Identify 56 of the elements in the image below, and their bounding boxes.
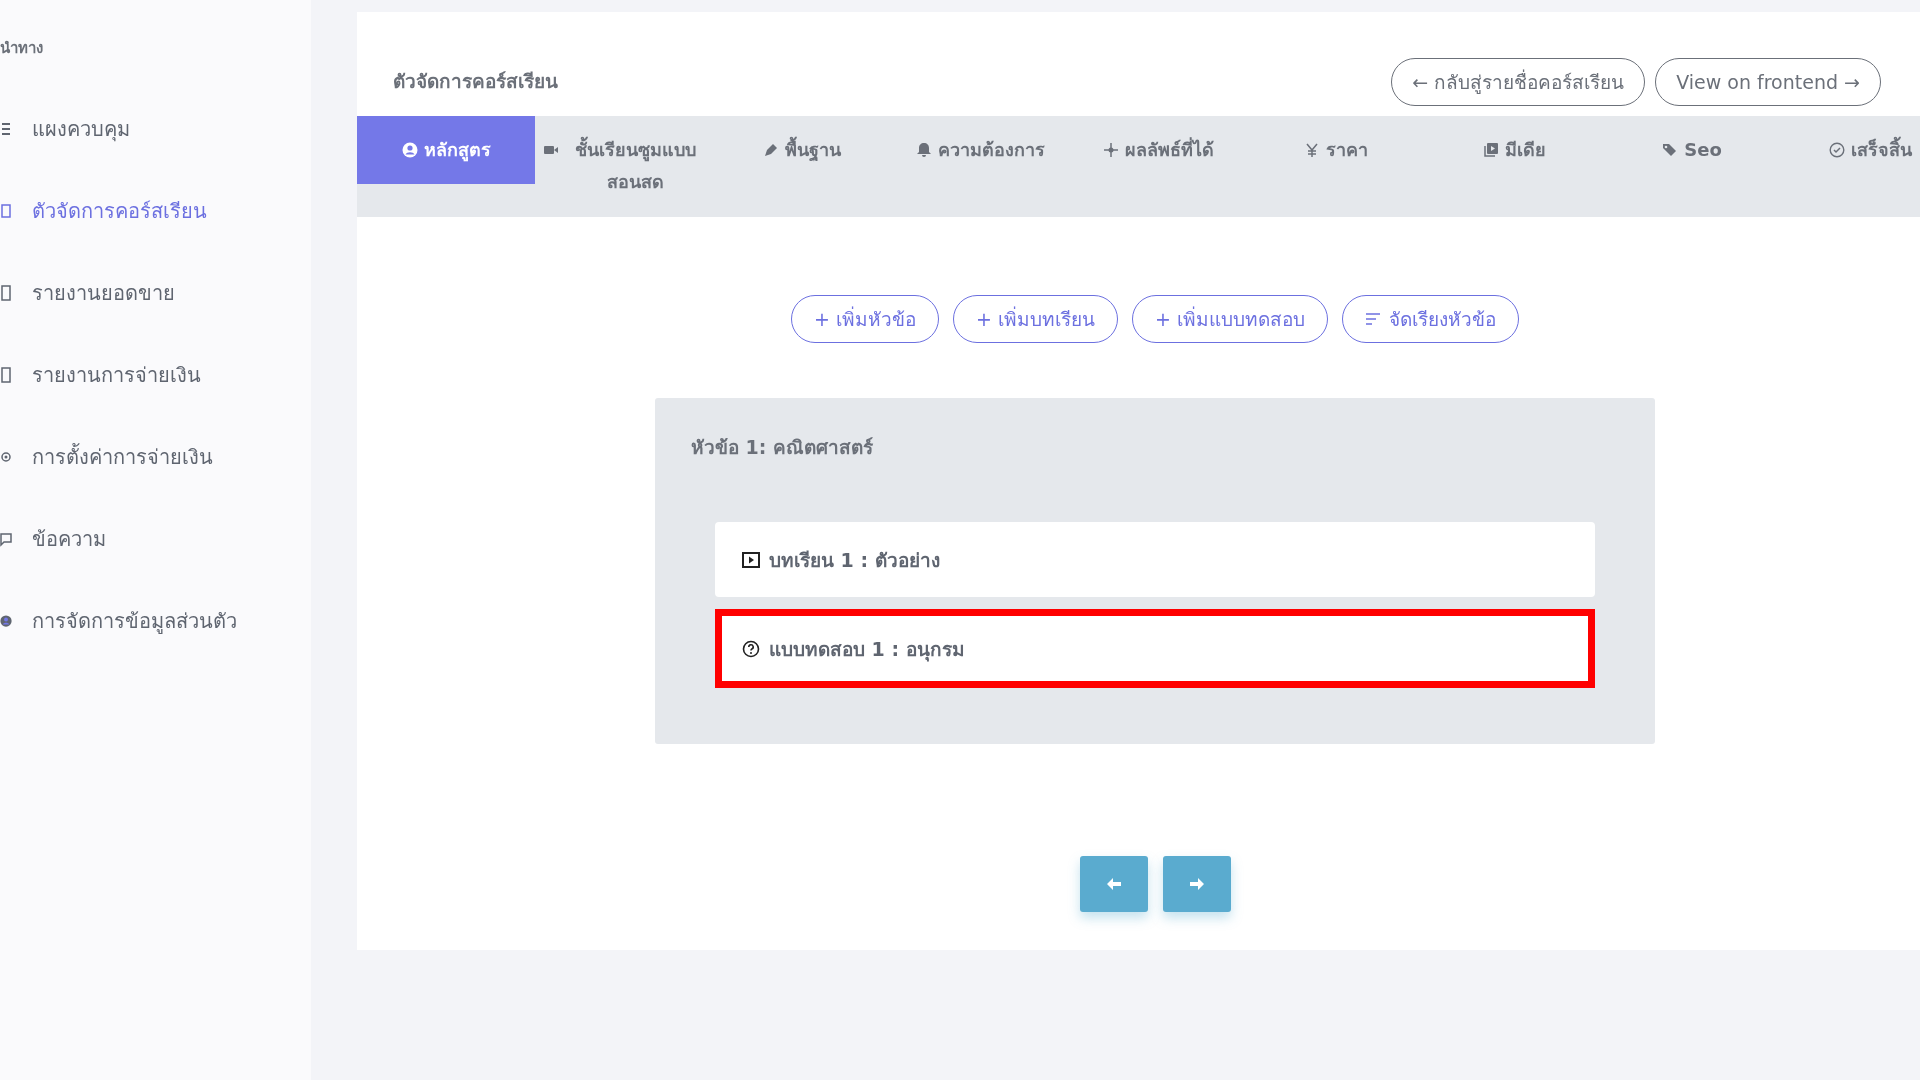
previous-button[interactable] xyxy=(1079,856,1148,912)
arrow-left-icon xyxy=(1105,877,1122,891)
card-title: ตัวจัดการคอร์สเรียน xyxy=(393,69,558,94)
sidebar-item[interactable]: รายงานการจ่ายเงิน xyxy=(0,334,311,416)
section-title: หัวข้อ 1: คณิตศาสตร์ xyxy=(691,435,875,460)
tab[interactable]: หลักสูตร xyxy=(357,116,535,184)
tab[interactable]: ราคา xyxy=(1247,116,1425,184)
sidebar-item[interactable]: แผงควบคุม xyxy=(0,88,311,170)
tags-icon xyxy=(1662,142,1679,158)
sidebar-item-label[interactable]: รายงานการจ่ายเงิน xyxy=(32,359,201,391)
pen-icon xyxy=(763,142,779,158)
sidebar-item-label[interactable]: รายงานยอดขาย xyxy=(32,277,175,309)
tab[interactable]: Seo xyxy=(1603,116,1781,184)
sidebar-item[interactable]: ตัวจัดการคอร์สเรียน xyxy=(0,170,311,252)
document-icon xyxy=(0,366,12,384)
tab[interactable]: เสร็จสิ้น xyxy=(1781,116,1920,184)
sidebar-item-label[interactable]: การจัดการข้อมูลส่วนตัว xyxy=(32,605,237,637)
item-label: บทเรียน 1 : ตัวอย่าง xyxy=(769,547,940,573)
action-button[interactable]: + เพิ่มหัวข้อ xyxy=(791,295,939,343)
action-button[interactable]: จัดเรียงหัวข้อ xyxy=(1341,295,1519,343)
sidebar-item-label[interactable]: การตั้งค่าการจ่ายเงิน xyxy=(32,441,213,473)
user-icon xyxy=(0,612,12,630)
action-button[interactable]: + เพิ่มบทเรียน xyxy=(953,295,1118,343)
quiz-item[interactable]: แบบทดสอบ 1 : อนุกรม xyxy=(715,609,1595,688)
lesson-item[interactable]: บทเรียน 1 : ตัวอย่าง xyxy=(715,522,1595,597)
play-icon xyxy=(741,549,761,570)
move-icon xyxy=(1102,142,1119,158)
document-icon xyxy=(0,284,12,302)
user-icon xyxy=(401,142,418,158)
bell-icon xyxy=(915,142,932,158)
sidebar-item[interactable]: ข้อความ xyxy=(0,498,311,580)
view-frontend-button[interactable]: View on frontend → xyxy=(1655,58,1881,106)
media-icon xyxy=(1482,142,1499,158)
sidebar-item[interactable]: การจัดการข้อมูลส่วนตัว xyxy=(0,580,311,662)
sidebar-item[interactable]: รายงานยอดขาย xyxy=(0,252,311,334)
sidebar-item-label[interactable]: ตัวจัดการคอร์สเรียน xyxy=(32,195,207,227)
check-circle-icon xyxy=(1828,142,1845,158)
sidebar-item-label[interactable]: ข้อความ xyxy=(32,523,106,555)
sidebar-item-label[interactable]: แผงควบคุม xyxy=(32,113,130,145)
tab[interactable]: ความต้องการ xyxy=(891,116,1069,184)
action-button[interactable]: + เพิ่มแบบทดสอบ xyxy=(1132,295,1328,343)
arrow-right-icon xyxy=(1188,877,1205,891)
tab[interactable]: มีเดีย xyxy=(1425,116,1603,184)
next-button[interactable] xyxy=(1162,856,1231,912)
item-label: แบบทดสอบ 1 : อนุกรม xyxy=(769,636,965,664)
dashboard-icon xyxy=(0,120,12,138)
message-icon xyxy=(0,530,12,548)
sidebar-heading: นำทาง xyxy=(0,38,44,59)
question-icon xyxy=(741,638,761,659)
sort-icon xyxy=(1364,312,1381,326)
tab[interactable]: ชั้นเรียนซูมแบบสอนสด xyxy=(535,116,713,198)
tab[interactable]: ผลลัพธ์ที่ได้ xyxy=(1069,116,1247,184)
yen-icon xyxy=(1304,142,1320,158)
sidebar-item[interactable]: การตั้งค่าการจ่ายเงิน xyxy=(0,416,311,498)
tab[interactable]: พื้นฐาน xyxy=(713,116,891,184)
back-to-list-button[interactable]: ← กลับสู่รายชื่อคอร์สเรียน xyxy=(1391,58,1646,106)
